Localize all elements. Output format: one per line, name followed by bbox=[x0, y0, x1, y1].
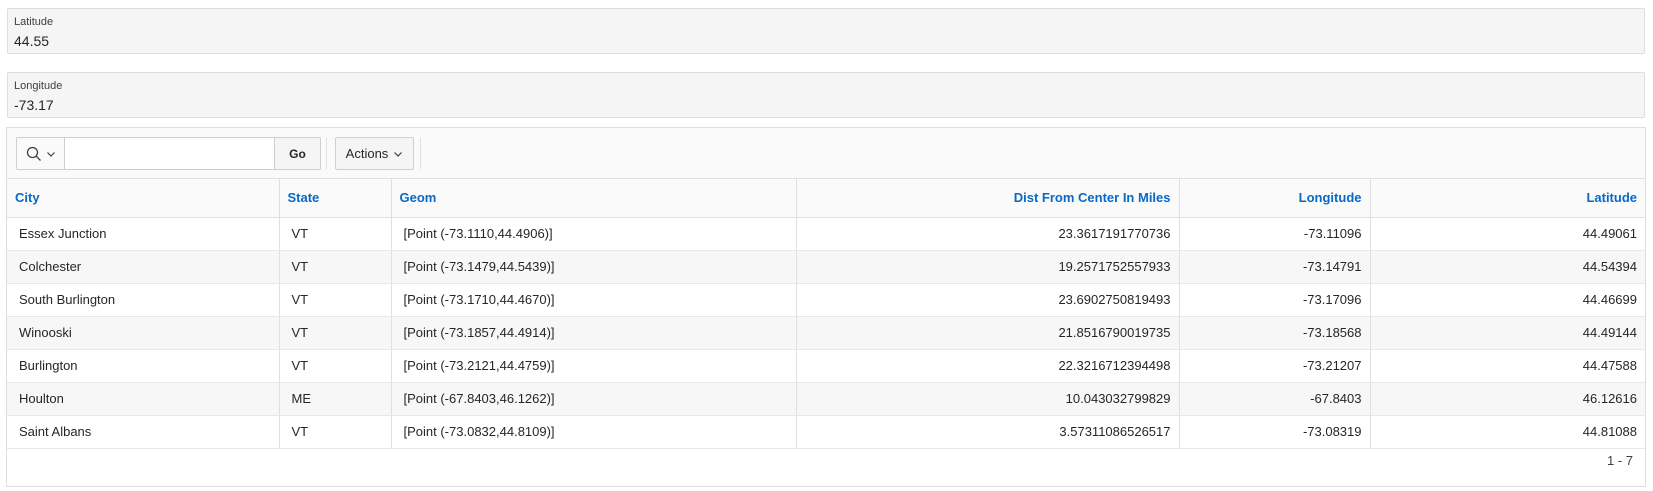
cell-state: VT bbox=[279, 283, 392, 317]
cell-state: VT bbox=[279, 316, 392, 350]
actions-menu-button[interactable]: Actions bbox=[335, 137, 414, 170]
report-toolbar: Go Actions bbox=[7, 128, 1645, 179]
longitude-label: Longitude bbox=[14, 80, 63, 92]
cell-city: Houlton bbox=[7, 382, 280, 416]
cell-latitude: 44.81088 bbox=[1370, 415, 1645, 449]
latitude-value[interactable]: 44.55 bbox=[14, 33, 49, 49]
search-column-button[interactable] bbox=[17, 138, 65, 169]
column-header-state[interactable]: State bbox=[279, 179, 392, 218]
cell-geom: [Point (-73.1857,44.4914)] bbox=[391, 316, 797, 350]
table-row: Colchester VT [Point (-73.1479,44.5439)]… bbox=[7, 250, 1645, 284]
toolbar-divider bbox=[326, 138, 327, 169]
cell-longitude: -73.21207 bbox=[1179, 349, 1371, 383]
cell-state: VT bbox=[279, 217, 392, 251]
latitude-field[interactable]: Latitude 44.55 bbox=[7, 8, 1645, 54]
pagination-range: 1 - 7 bbox=[1606, 453, 1633, 468]
search-icon bbox=[26, 146, 41, 161]
cell-latitude: 46.12616 bbox=[1370, 382, 1645, 416]
search-input[interactable] bbox=[65, 138, 275, 169]
longitude-field[interactable]: Longitude -73.17 bbox=[7, 72, 1645, 118]
cell-dist: 19.2571752557933 bbox=[796, 250, 1180, 284]
cell-city: Essex Junction bbox=[7, 217, 280, 251]
cell-latitude: 44.54394 bbox=[1370, 250, 1645, 284]
cell-city: Colchester bbox=[7, 250, 280, 284]
cell-latitude: 44.49061 bbox=[1370, 217, 1645, 251]
longitude-value[interactable]: -73.17 bbox=[14, 97, 54, 113]
column-header-city[interactable]: City bbox=[7, 179, 280, 218]
cell-latitude: 44.46699 bbox=[1370, 283, 1645, 317]
table-row: Saint Albans VT [Point (-73.0832,44.8109… bbox=[7, 415, 1645, 449]
cell-city: Winooski bbox=[7, 316, 280, 350]
latitude-label: Latitude bbox=[14, 16, 54, 28]
chevron-down-icon bbox=[394, 151, 403, 157]
table-row: Winooski VT [Point (-73.1857,44.4914)] 2… bbox=[7, 316, 1645, 350]
cell-latitude: 44.47588 bbox=[1370, 349, 1645, 383]
toolbar-divider bbox=[420, 138, 421, 169]
cell-dist: 23.6902750819493 bbox=[796, 283, 1180, 317]
actions-label: Actions bbox=[345, 146, 389, 161]
cell-longitude: -73.11096 bbox=[1179, 217, 1371, 251]
table-header-row: City State Geom Dist From Center In Mile… bbox=[7, 179, 1645, 218]
cell-longitude: -73.18568 bbox=[1179, 316, 1371, 350]
table-row: Essex Junction VT [Point (-73.1110,44.49… bbox=[7, 217, 1645, 251]
cell-dist: 10.043032799829 bbox=[796, 382, 1180, 416]
go-button[interactable]: Go bbox=[275, 138, 320, 169]
cell-geom: [Point (-73.1710,44.4670)] bbox=[391, 283, 797, 317]
cell-longitude: -73.14791 bbox=[1179, 250, 1371, 284]
cell-state: VT bbox=[279, 415, 392, 449]
cell-city: Saint Albans bbox=[7, 415, 280, 449]
column-header-latitude[interactable]: Latitude bbox=[1370, 179, 1645, 218]
cell-state: VT bbox=[279, 250, 392, 284]
cell-latitude: 44.49144 bbox=[1370, 316, 1645, 350]
cell-longitude: -73.08319 bbox=[1179, 415, 1371, 449]
chevron-down-icon bbox=[46, 151, 55, 157]
cell-city: South Burlington bbox=[7, 283, 280, 317]
table-row: South Burlington VT [Point (-73.1710,44.… bbox=[7, 283, 1645, 317]
cell-geom: [Point (-67.8403,46.1262)] bbox=[391, 382, 797, 416]
cell-geom: [Point (-73.2121,44.4759)] bbox=[391, 349, 797, 383]
cell-geom: [Point (-73.1110,44.4906)] bbox=[391, 217, 797, 251]
cell-dist: 23.3617191770736 bbox=[796, 217, 1180, 251]
table-row: Burlington VT [Point (-73.2121,44.4759)]… bbox=[7, 349, 1645, 383]
cell-state: ME bbox=[279, 382, 392, 416]
report-table: City State Geom Dist From Center In Mile… bbox=[7, 179, 1645, 449]
cell-longitude: -73.17096 bbox=[1179, 283, 1371, 317]
search-group: Go bbox=[16, 137, 321, 170]
interactive-report: Go Actions City State Geom Dist From Cen… bbox=[6, 127, 1646, 487]
cell-dist: 3.57311086526517 bbox=[796, 415, 1180, 449]
cell-dist: 22.3216712394498 bbox=[796, 349, 1180, 383]
cell-geom: [Point (-73.0832,44.8109)] bbox=[391, 415, 797, 449]
cell-longitude: -67.8403 bbox=[1179, 382, 1371, 416]
cell-geom: [Point (-73.1479,44.5439)] bbox=[391, 250, 797, 284]
table-row: Houlton ME [Point (-67.8403,46.1262)] 10… bbox=[7, 382, 1645, 416]
cell-state: VT bbox=[279, 349, 392, 383]
cell-city: Burlington bbox=[7, 349, 280, 383]
cell-dist: 21.8516790019735 bbox=[796, 316, 1180, 350]
column-header-geom[interactable]: Geom bbox=[391, 179, 797, 218]
column-header-dist-from-center[interactable]: Dist From Center In Miles bbox=[796, 179, 1180, 218]
column-header-longitude[interactable]: Longitude bbox=[1179, 179, 1371, 218]
